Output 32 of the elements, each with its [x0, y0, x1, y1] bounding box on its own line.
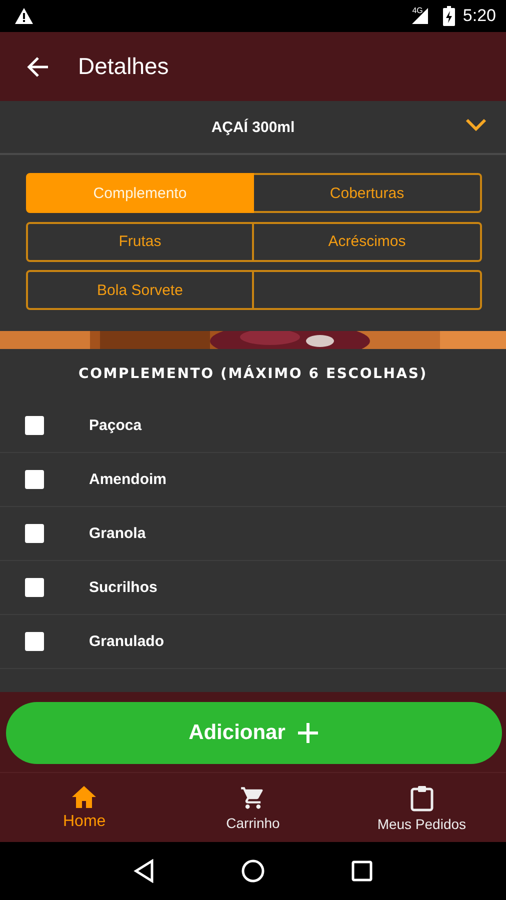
option-label: Sucrilhos — [89, 579, 158, 596]
chevron-down-icon[interactable] — [464, 117, 488, 133]
screen-title: Detalhes — [78, 53, 169, 80]
checkbox[interactable] — [25, 470, 44, 489]
home-circle-icon[interactable] — [241, 859, 265, 883]
nav-tab[interactable]: Meus Pedidos — [337, 773, 506, 842]
category-tab[interactable]: Coberturas — [254, 173, 482, 213]
checkbox[interactable] — [25, 416, 44, 435]
checkbox[interactable] — [25, 578, 44, 597]
option-label: Granola — [89, 525, 146, 542]
category-tab[interactable]: Acréscimos — [254, 222, 482, 262]
network-label: 4G — [412, 6, 423, 15]
option-label: Granulado — [89, 633, 164, 650]
section-heading: COMPLEMENTO (MÁXIMO 6 ESCOLHAS) — [78, 364, 428, 384]
nav-tab[interactable]: Home — [0, 773, 169, 842]
back-icon[interactable] — [133, 859, 155, 883]
warning-icon — [14, 7, 34, 25]
nav-tab[interactable]: Carrinho — [168, 773, 338, 842]
option-label: Paçoca — [89, 417, 142, 434]
home-icon — [71, 784, 98, 808]
back-arrow-icon[interactable] — [26, 56, 50, 78]
recents-icon[interactable] — [351, 860, 373, 882]
clock: 5:20 — [462, 6, 496, 26]
battery-icon — [442, 6, 455, 26]
product-name: AÇAÍ 300ml — [211, 118, 295, 136]
checkbox[interactable] — [25, 632, 44, 651]
category-tab[interactable]: Bola Sorvete — [26, 270, 254, 310]
plus-icon — [297, 722, 320, 744]
clipboard-icon — [408, 784, 435, 812]
category-tab[interactable]: Frutas — [26, 222, 254, 262]
option-label: Amendoim — [89, 471, 167, 488]
checkbox[interactable] — [25, 524, 44, 543]
